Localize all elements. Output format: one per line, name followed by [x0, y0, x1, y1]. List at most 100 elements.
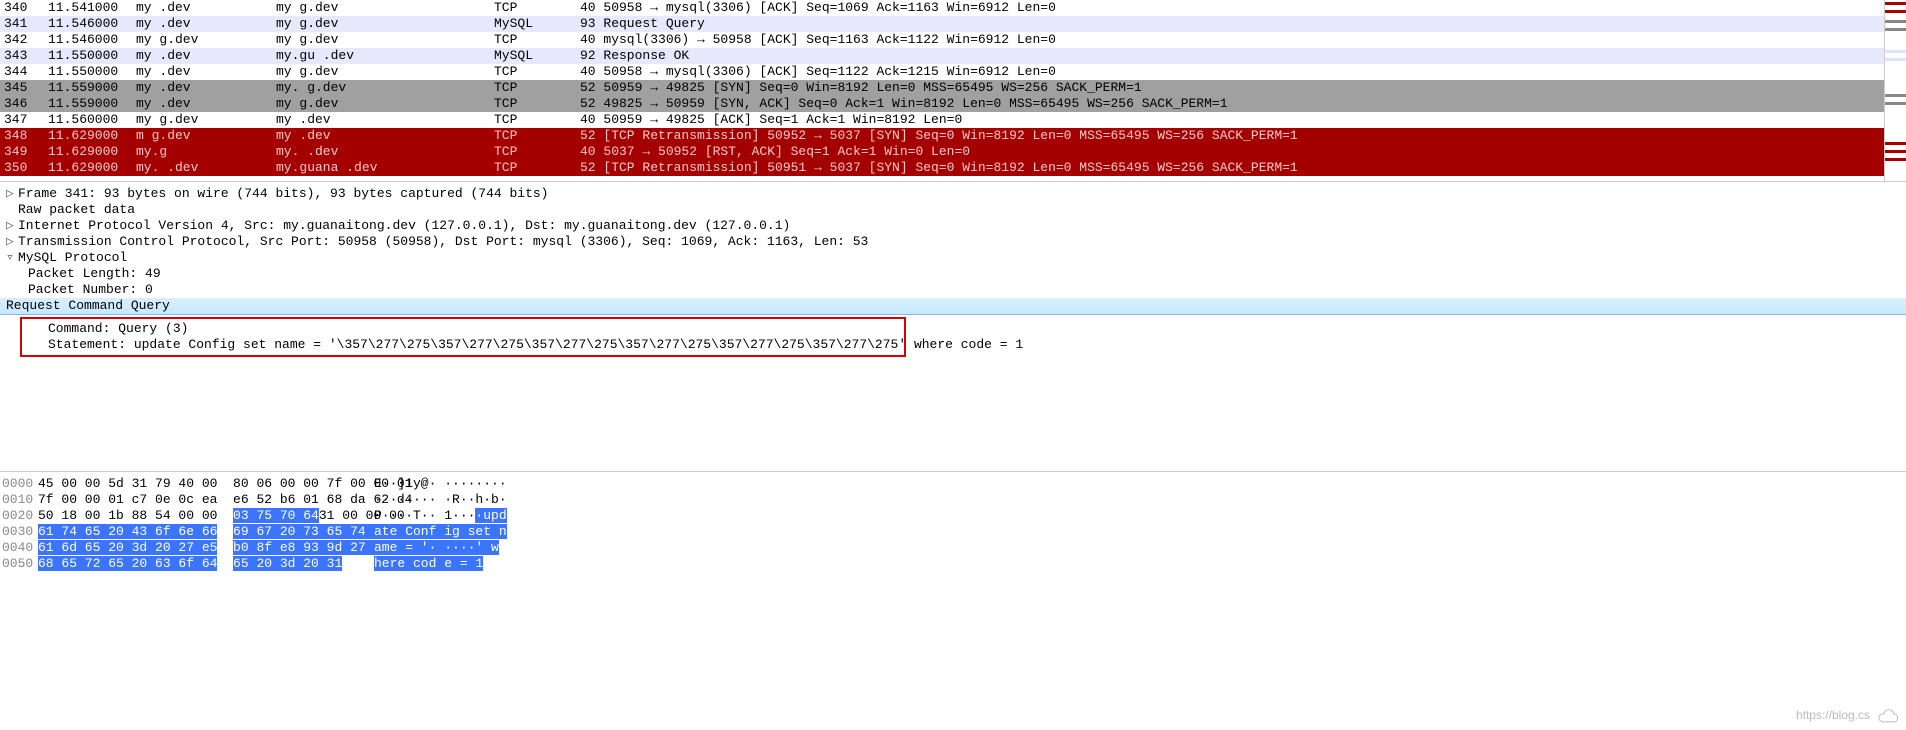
cell: my g.dev: [276, 32, 494, 48]
cell: my g.dev: [276, 0, 494, 16]
cell: 11.629000: [48, 128, 136, 144]
table-row[interactable]: 34711.560000my g.devmy .devTCP40 50959 →…: [0, 112, 1884, 128]
cmd-label: Command: Query (3): [48, 321, 188, 336]
cell: my.gu .dev: [276, 48, 494, 64]
cell: 11.629000: [48, 144, 136, 160]
cell: 344: [4, 64, 48, 80]
hex-line[interactable]: 004061 6d 65 20 3d 20 27 e5 b0 8f e8 93 …: [0, 540, 1906, 556]
cell: my .dev: [276, 128, 494, 144]
cell: 340: [4, 0, 48, 16]
packet-rows-container: 34011.541000my .devmy g.devTCP40 50958 →…: [0, 0, 1884, 181]
cell: TCP: [494, 96, 580, 112]
frame-label: Frame 341: 93 bytes on wire (744 bits), …: [18, 186, 549, 201]
cell: 52 [TCP Retransmission] 50951 → 5037 [SY…: [580, 160, 1884, 176]
cell: my. g.dev: [276, 80, 494, 96]
plen-label: Packet Length: 49: [28, 266, 161, 281]
cell: 11.559000: [48, 96, 136, 112]
cell: TCP: [494, 128, 580, 144]
cell: my .dev: [136, 80, 276, 96]
cell: TCP: [494, 32, 580, 48]
cell: 343: [4, 48, 48, 64]
table-row[interactable]: 35011.629000my. .devmy.guana .devTCP52 […: [0, 160, 1884, 176]
pnum-label: Packet Number: 0: [28, 282, 153, 297]
reqcmd-label: Request Command Query: [6, 298, 170, 313]
cell: 11.550000: [48, 48, 136, 64]
hex-line[interactable]: 000045 00 00 5d 31 79 40 00 80 06 00 00 …: [0, 476, 1906, 492]
cell: my. .dev: [136, 160, 276, 176]
cell: my .dev: [136, 48, 276, 64]
cell: my. .dev: [276, 144, 494, 160]
cell: my.g: [136, 144, 276, 160]
cell: 11.546000: [48, 32, 136, 48]
cell: 40 50959 → 49825 [ACK] Seq=1 Ack=1 Win=8…: [580, 112, 1884, 128]
cell: MySQL: [494, 48, 580, 64]
tree-ip[interactable]: ▷Internet Protocol Version 4, Src: my.gu…: [0, 218, 1906, 234]
cell: TCP: [494, 0, 580, 16]
table-row[interactable]: 34511.559000my .devmy. g.devTCP52 50959 …: [0, 80, 1884, 96]
table-row[interactable]: 34811.629000m g.devmy .devTCP52 [TCP Ret…: [0, 128, 1884, 144]
tree-frame[interactable]: ▷Frame 341: 93 bytes on wire (744 bits),…: [0, 186, 1906, 202]
cell: 11.541000: [48, 0, 136, 16]
cell: 346: [4, 96, 48, 112]
cell: 40 5037 → 50952 [RST, ACK] Seq=1 Ack=1 W…: [580, 144, 1884, 160]
cell: my .dev: [136, 64, 276, 80]
table-row[interactable]: 34611.559000my .devmy g.devTCP52 49825 →…: [0, 96, 1884, 112]
cell: my .dev: [136, 96, 276, 112]
tree-command[interactable]: Command: Query (3): [22, 321, 904, 337]
cell: 93 Request Query: [580, 16, 1884, 32]
watermark-text: https://blog.cs: [1796, 708, 1870, 722]
ip-label: Internet Protocol Version 4, Src: my.gua…: [18, 218, 790, 233]
tree-tcp[interactable]: ▷Transmission Control Protocol, Src Port…: [0, 234, 1906, 250]
mysql-label: MySQL Protocol: [18, 250, 127, 265]
cell: m g.dev: [136, 128, 276, 144]
cell: my g.dev: [276, 96, 494, 112]
cell: 40 50958 → mysql(3306) [ACK] Seq=1069 Ac…: [580, 0, 1884, 16]
cell: TCP: [494, 144, 580, 160]
cell: 342: [4, 32, 48, 48]
cell: MySQL: [494, 16, 580, 32]
tree-packet-number[interactable]: Packet Number: 0: [0, 282, 1906, 298]
red-highlight-box: Command: Query (3) Statement: update Con…: [20, 317, 906, 357]
cloud-icon: [1874, 708, 1900, 726]
cell: 348: [4, 128, 48, 144]
tree-raw[interactable]: Raw packet data: [0, 202, 1906, 218]
tree-packet-length[interactable]: Packet Length: 49: [0, 266, 1906, 282]
tree-statement[interactable]: Statement: update Config set name = '\35…: [22, 337, 904, 353]
cell: my g.dev: [136, 112, 276, 128]
cell: 11.559000: [48, 80, 136, 96]
tree-mysql[interactable]: ▿MySQL Protocol: [0, 250, 1906, 266]
tcp-label: Transmission Control Protocol, Src Port:…: [18, 234, 868, 249]
cell: 345: [4, 80, 48, 96]
cell: 11.560000: [48, 112, 136, 128]
table-row[interactable]: 34211.546000my g.devmy g.devTCP40 mysql(…: [0, 32, 1884, 48]
table-row[interactable]: 34411.550000my .devmy g.devTCP40 50958 →…: [0, 64, 1884, 80]
hex-dump-pane[interactable]: 000045 00 00 5d 31 79 40 00 80 06 00 00 …: [0, 472, 1906, 582]
cell: 11.550000: [48, 64, 136, 80]
cell: TCP: [494, 64, 580, 80]
cell: my .dev: [276, 112, 494, 128]
cell: 11.629000: [48, 160, 136, 176]
cell: my g.dev: [276, 16, 494, 32]
cell: my.guana .dev: [276, 160, 494, 176]
stmt-label: Statement: update Config set name = '\35…: [48, 337, 1023, 352]
hex-line[interactable]: 002050 18 00 1b 88 54 00 00 03 75 70 643…: [0, 508, 1906, 524]
cell: 52 [TCP Retransmission] 50952 → 5037 [SY…: [580, 128, 1884, 144]
tree-request-command-query[interactable]: ▿Request Command Query: [0, 298, 1906, 315]
hex-line[interactable]: 00107f 00 00 01 c7 0e 0c ea e6 52 b6 01 …: [0, 492, 1906, 508]
cell: 40 50958 → mysql(3306) [ACK] Seq=1122 Ac…: [580, 64, 1884, 80]
table-row[interactable]: 34911.629000my.gmy. .devTCP40 5037 → 509…: [0, 144, 1884, 160]
hex-line[interactable]: 003061 74 65 20 43 6f 6e 66 69 67 20 73 …: [0, 524, 1906, 540]
packet-detail-tree[interactable]: ▷Frame 341: 93 bytes on wire (744 bits),…: [0, 182, 1906, 472]
table-row[interactable]: 34311.550000my .devmy.gu .devMySQL92 Res…: [0, 48, 1884, 64]
cell: my g.dev: [276, 64, 494, 80]
packet-list-pane[interactable]: 34011.541000my .devmy g.devTCP40 50958 →…: [0, 0, 1906, 182]
cell: 40 mysql(3306) → 50958 [ACK] Seq=1163 Ac…: [580, 32, 1884, 48]
table-row[interactable]: 34111.546000my .devmy g.devMySQL93 Reque…: [0, 16, 1884, 32]
cell: 52 50959 → 49825 [SYN] Seq=0 Win=8192 Le…: [580, 80, 1884, 96]
cell: 349: [4, 144, 48, 160]
table-row[interactable]: 34011.541000my .devmy g.devTCP40 50958 →…: [0, 0, 1884, 16]
packet-minimap[interactable]: [1884, 0, 1906, 181]
hex-line[interactable]: 005068 65 72 65 20 63 6f 64 65 20 3d 20 …: [0, 556, 1906, 572]
cell: 347: [4, 112, 48, 128]
raw-label: Raw packet data: [18, 202, 135, 217]
